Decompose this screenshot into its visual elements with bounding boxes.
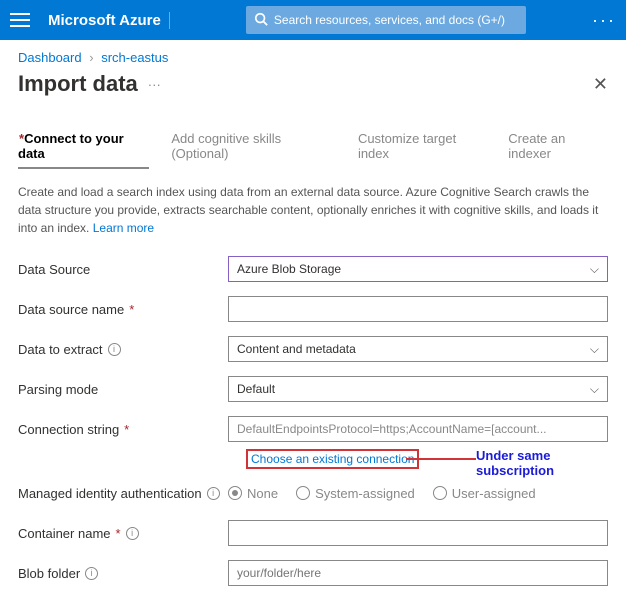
- form: Data Source Azure Blob Storage⌵ Data sou…: [0, 255, 626, 587]
- info-icon[interactable]: i: [126, 527, 139, 540]
- connection-string-label: Connection string*: [18, 422, 228, 437]
- data-source-select[interactable]: Azure Blob Storage⌵: [228, 256, 608, 282]
- brand-label: Microsoft Azure: [48, 12, 170, 29]
- blob-folder-input[interactable]: [228, 560, 608, 586]
- managed-identity-label: Managed identity authenticationi: [18, 486, 228, 501]
- blob-folder-label: Blob folderi: [18, 566, 228, 581]
- breadcrumb-dashboard[interactable]: Dashboard: [18, 50, 82, 65]
- learn-more-link[interactable]: Learn more: [93, 221, 154, 235]
- top-bar: Microsoft Azure ···: [0, 0, 626, 40]
- chevron-down-icon: ⌵: [590, 262, 599, 277]
- connection-string-input[interactable]: DefaultEndpointsProtocol=https;AccountNa…: [228, 416, 608, 442]
- annotation-text: Under same subscription: [476, 448, 608, 478]
- breadcrumb: Dashboard › srch-eastus: [0, 40, 626, 65]
- tab-connect[interactable]: *Connect to your data: [18, 131, 149, 169]
- parsing-mode-select[interactable]: Default⌵: [228, 376, 608, 402]
- title-bar: Import data ··· ✕: [0, 65, 626, 113]
- breadcrumb-resource[interactable]: srch-eastus: [101, 50, 168, 65]
- radio-none[interactable]: None: [228, 486, 278, 501]
- radio-system[interactable]: System-assigned: [296, 486, 415, 501]
- page-title: Import data: [18, 71, 138, 97]
- annotation-line: [406, 458, 476, 460]
- data-to-extract-select[interactable]: Content and metadata⌵: [228, 336, 608, 362]
- choose-existing-link[interactable]: Choose an existing connection: [246, 449, 419, 469]
- data-source-name-input[interactable]: [228, 296, 608, 322]
- tab-indexer[interactable]: Create an indexer: [508, 131, 608, 169]
- managed-identity-radios: None System-assigned User-assigned: [228, 486, 608, 501]
- chevron-right-icon: ›: [89, 50, 93, 65]
- chevron-down-icon: ⌵: [590, 342, 599, 357]
- chevron-down-icon: ⌵: [590, 382, 599, 397]
- description: Create and load a search index using dat…: [0, 169, 626, 255]
- data-source-label: Data Source: [18, 262, 228, 277]
- tab-customize[interactable]: Customize target index: [358, 131, 486, 169]
- menu-icon[interactable]: [10, 10, 30, 30]
- more-icon[interactable]: ···: [592, 10, 616, 31]
- search-icon: [254, 12, 268, 29]
- data-source-name-label: Data source name*: [18, 302, 228, 317]
- data-to-extract-label: Data to extracti: [18, 342, 228, 357]
- tab-bar: *Connect to your data Add cognitive skil…: [0, 131, 626, 169]
- title-more-icon[interactable]: ···: [148, 77, 161, 92]
- info-icon[interactable]: i: [85, 567, 98, 580]
- parsing-mode-label: Parsing mode: [18, 382, 228, 397]
- radio-user[interactable]: User-assigned: [433, 486, 536, 501]
- tab-cognitive[interactable]: Add cognitive skills (Optional): [171, 131, 336, 169]
- container-name-input[interactable]: [228, 520, 608, 546]
- close-icon[interactable]: ✕: [593, 74, 608, 95]
- info-icon[interactable]: i: [108, 343, 121, 356]
- info-icon[interactable]: i: [207, 487, 220, 500]
- search-input[interactable]: [246, 6, 526, 34]
- container-name-label: Container name*i: [18, 526, 228, 541]
- search-box[interactable]: [246, 6, 526, 34]
